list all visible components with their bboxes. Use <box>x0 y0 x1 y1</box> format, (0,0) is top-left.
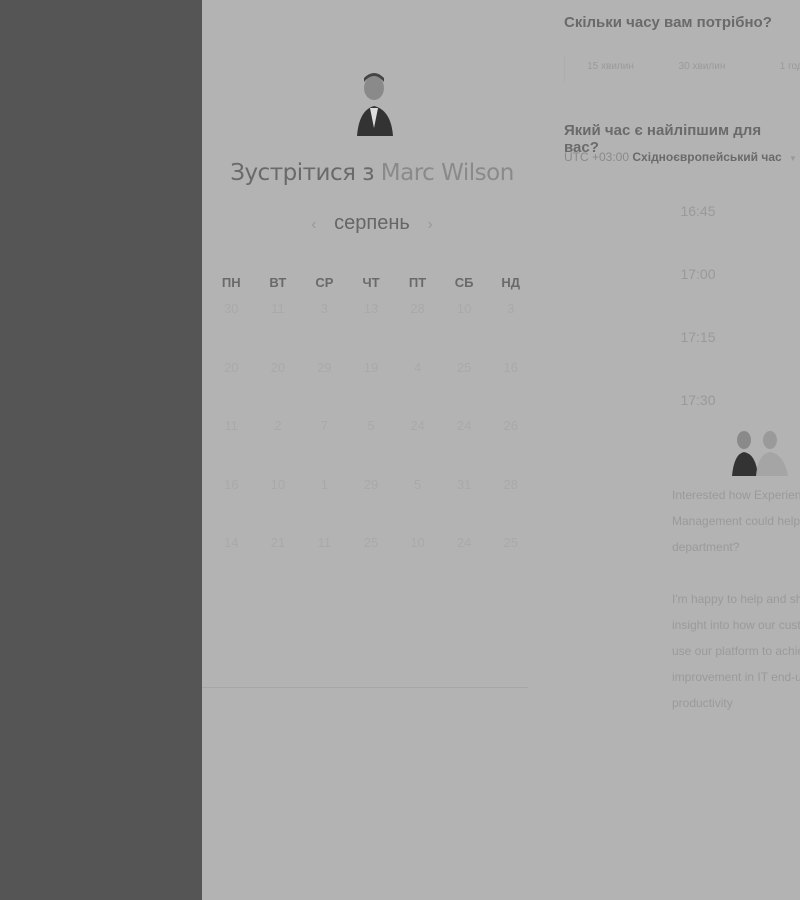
description-line: I'm happy to help and sha <box>672 592 800 606</box>
description-line: productivity <box>672 696 733 710</box>
calendar-day[interactable]: 11 <box>208 418 255 477</box>
calendar-day[interactable]: 16 <box>487 360 534 419</box>
duration-option[interactable]: 30 хвилин <box>656 56 748 82</box>
calendar-day[interactable]: 10 <box>394 535 441 594</box>
calendar-day[interactable]: 14 <box>208 535 255 594</box>
calendar-day[interactable]: 3 <box>487 301 534 360</box>
team-avatars <box>732 431 788 476</box>
calendar-day[interactable]: 24 <box>441 418 488 477</box>
weekday-header: ПТ <box>408 275 427 290</box>
time-slot[interactable]: 17:15 <box>650 329 746 345</box>
duration-option[interactable]: 1 годи <box>748 56 800 82</box>
description-line: use our platform to achie <box>672 644 800 658</box>
description-line: Management could help <box>672 514 800 528</box>
left-overlay-panel <box>0 0 202 900</box>
chevron-right-icon[interactable]: › <box>427 216 432 233</box>
calendar-day[interactable]: 13 <box>348 301 395 360</box>
calendar-day[interactable]: 16 <box>208 477 255 536</box>
calendar-day[interactable]: 26 <box>487 418 534 477</box>
calendar-day[interactable]: 5 <box>348 418 395 477</box>
calendar-day[interactable]: 28 <box>487 477 534 536</box>
calendar-day[interactable]: 29 <box>301 360 348 419</box>
weekday-header: ЧТ <box>362 275 380 290</box>
calendar-day[interactable]: 11 <box>255 301 302 360</box>
duration-question: Скільки часу вам потрібно? <box>564 14 772 31</box>
description-line: improvement in IT end-us <box>672 670 800 684</box>
calendar-day[interactable]: 25 <box>441 360 488 419</box>
page-title: Зустрітися з Marc Wilson <box>202 160 542 186</box>
calendar-day[interactable]: 25 <box>348 535 395 594</box>
weekday-header: ПН <box>221 275 241 290</box>
calendar-day[interactable]: 21 <box>255 535 302 594</box>
description-line: insight into how our custo <box>672 618 800 632</box>
weekday-header: СР <box>315 275 334 290</box>
calendar-day[interactable]: 29 <box>348 477 395 536</box>
duration-options: 15 хвилин 30 хвилин 1 годи <box>564 56 800 82</box>
chevron-left-icon[interactable]: ‹ <box>311 216 316 233</box>
divider <box>202 687 528 688</box>
calendar-day[interactable]: 25 <box>487 535 534 594</box>
duration-option[interactable]: 15 хвилин <box>564 56 656 82</box>
calendar-day[interactable]: 19 <box>348 360 395 419</box>
calendar-day[interactable]: 20 <box>255 360 302 419</box>
weekday-header: НД <box>501 275 521 290</box>
month-label: серпень <box>334 212 410 234</box>
description-line: Interested how Experienc <box>672 488 800 502</box>
calendar-day[interactable]: 3 <box>301 301 348 360</box>
time-slot[interactable]: 17:30 <box>650 392 746 408</box>
calendar-grid: ПН ВТ СР ЧТ ПТ СБ НД 30 11 3 13 28 10 3 20 20 29 19 4 25 16 1… <box>208 275 534 594</box>
month-navigator: ‹ серпень › <box>202 212 542 235</box>
timezone-offset: UTC +03:00 <box>564 150 630 164</box>
calendar-day[interactable]: 24 <box>441 535 488 594</box>
calendar-day[interactable]: 7 <box>301 418 348 477</box>
timezone-name: Східноєвропейський час <box>632 150 782 164</box>
calendar-day[interactable]: 10 <box>441 301 488 360</box>
host-name: Marc Wilson <box>380 160 515 186</box>
calendar-day[interactable]: 5 <box>394 477 441 536</box>
weekday-header: ВТ <box>269 275 287 290</box>
host-avatar <box>357 73 393 136</box>
calendar-day[interactable]: 10 <box>255 477 302 536</box>
calendar-day[interactable]: 30 <box>208 301 255 360</box>
calendar-day[interactable]: 11 <box>301 535 348 594</box>
calendar-day[interactable]: 24 <box>394 418 441 477</box>
calendar-day[interactable]: 4 <box>394 360 441 419</box>
calendar-day[interactable]: 31 <box>441 477 488 536</box>
title-prefix: Зустрітися з <box>230 160 374 186</box>
weekday-header: СБ <box>454 275 474 290</box>
timezone-select[interactable]: UTC +03:00 Східноєвропейський час ▼ <box>564 150 797 164</box>
description-line: department? <box>672 540 740 554</box>
calendar-day[interactable]: 1 <box>301 477 348 536</box>
time-slot[interactable]: 16:45 <box>650 203 746 219</box>
calendar-day[interactable]: 2 <box>255 418 302 477</box>
time-slot[interactable]: 17:00 <box>650 266 746 282</box>
calendar-day[interactable]: 20 <box>208 360 255 419</box>
caret-down-icon: ▼ <box>789 154 797 163</box>
meeting-description: Interested how Experienc Management coul… <box>672 482 800 716</box>
calendar-day[interactable]: 28 <box>394 301 441 360</box>
